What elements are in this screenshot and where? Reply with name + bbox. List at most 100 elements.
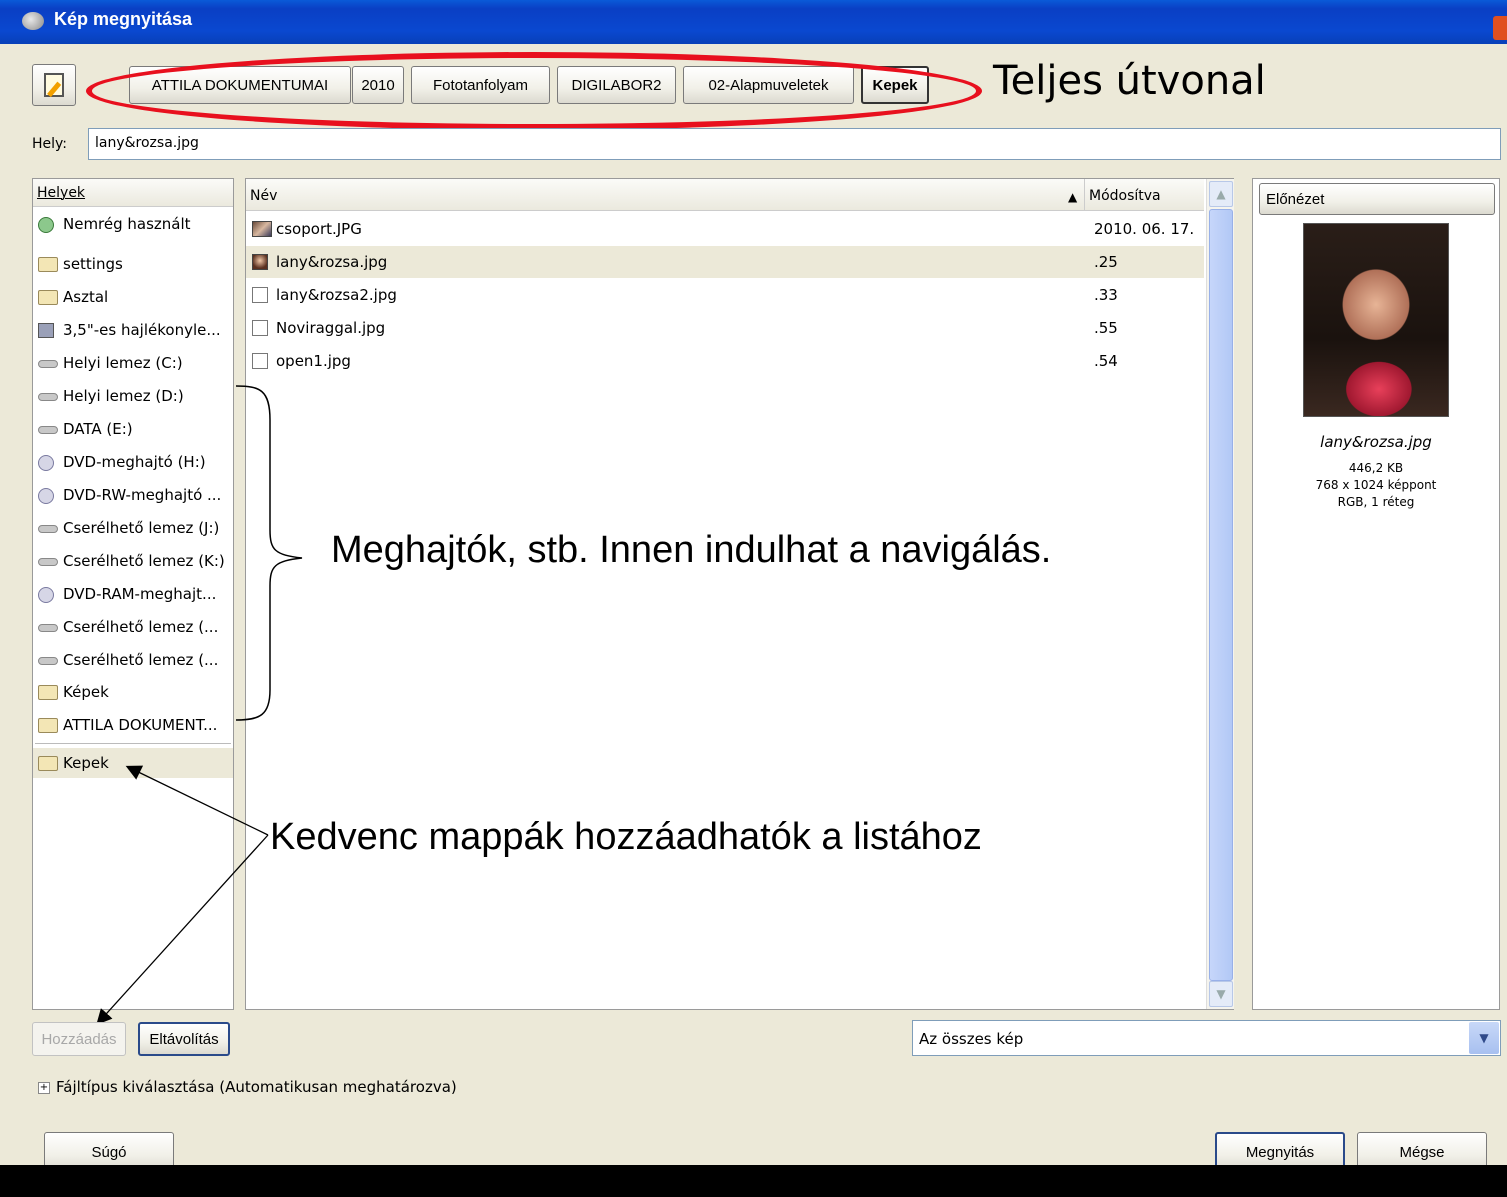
portrait-icon [252,254,268,270]
folder-icon [38,257,58,272]
add-bookmark-button[interactable]: Hozzáadás [32,1022,126,1056]
file-list-scrollbar[interactable]: ▲ ▼ [1206,179,1234,1009]
folder-icon [38,290,58,305]
file-filter-select[interactable]: Az összes kép ▼ [912,1020,1501,1056]
pencil-icon [44,73,64,97]
file-list: Név ▲ Módosítva csoport.JPG 2010. 06. 17… [245,178,1234,1010]
preview-thumbnail [1303,223,1449,417]
preview-mode: RGB, 1 réteg [1337,495,1415,509]
place-label: ATTILA DOKUMENT... [63,716,218,734]
path-button-attila[interactable]: ATTILA DOKUMENTUMAI [129,66,351,104]
image-file-icon [252,287,268,303]
place-label: DVD-RW-meghajtó ... [63,486,222,504]
place-label: DVD-RAM-meghajt... [63,585,217,603]
file-modified: .55 [1094,319,1118,337]
place-dvd-h[interactable]: DVD-meghajtó (H:) [33,447,233,477]
path-button-kepek[interactable]: Kepek [861,66,929,104]
place-label: DATA (E:) [63,420,133,438]
gimp-icon [22,12,44,30]
preview-filename: lany&rozsa.jpg [1320,433,1432,451]
drive-icon [38,360,58,368]
scroll-down-arrow-icon[interactable]: ▼ [1209,981,1233,1007]
file-row[interactable]: lany&rozsa2.jpg .33 [246,279,1204,311]
place-label: Cserélhető lemez (... [63,651,219,669]
place-desktop[interactable]: Asztal [33,282,233,312]
place-label: Képek [63,683,109,701]
optical-drive-icon [38,587,54,603]
place-label: Helyi lemez (D:) [63,387,184,405]
image-file-icon [252,353,268,369]
floppy-icon [38,323,54,338]
file-name: lany&rozsa.jpg [276,253,388,271]
place-floppy[interactable]: 3,5"-es hajlékonyle... [33,315,233,345]
location-input[interactable]: lany&rozsa.jpg [88,128,1501,160]
drive-icon [38,624,58,632]
place-label: settings [63,255,123,273]
file-filter-value: Az összes kép [919,1030,1024,1048]
folder-icon [38,718,58,733]
preview-toggle-button[interactable]: Előnézet [1259,183,1495,215]
place-drive-c[interactable]: Helyi lemez (C:) [33,348,233,378]
folder-icon [38,756,58,771]
file-open-dialog: Kép megnyitása ATTILA DOKUMENTUMAI 2010 … [0,0,1507,1172]
path-button-digilabor2[interactable]: DIGILABOR2 [557,66,676,104]
file-modified: .25 [1094,253,1118,271]
optical-drive-icon [38,455,54,471]
place-drive-e[interactable]: DATA (E:) [33,414,233,444]
place-pictures[interactable]: Képek [33,677,233,707]
drive-icon [38,525,58,533]
window-title: Kép megnyitása [54,9,193,29]
close-button[interactable] [1493,16,1507,40]
title-bar[interactable]: Kép megnyitása [0,0,1507,44]
file-row[interactable]: Noviraggal.jpg .55 [246,312,1204,344]
column-header-modified[interactable]: Módosítva [1084,179,1204,211]
drive-icon [38,426,58,434]
place-removable-j[interactable]: Cserélhető lemez (J:) [33,513,233,543]
file-row[interactable]: lany&rozsa.jpg .25 [246,246,1204,278]
place-removable-2[interactable]: Cserélhető lemez (... [33,645,233,675]
places-divider [35,743,231,744]
drive-icon [38,657,58,665]
path-button-fototanfolyam[interactable]: Fototanfolyam [411,66,550,104]
type-location-button[interactable] [32,64,76,106]
optical-drive-icon [38,488,54,504]
place-label: Cserélhető lemez (K:) [63,552,225,570]
remove-bookmark-button[interactable]: Eltávolítás [138,1022,230,1056]
file-modified: 2010. 06. 17. [1094,220,1195,238]
place-label: Cserélhető lemez (J:) [63,519,220,537]
annotation-full-path: Teljes útvonal [993,58,1266,104]
chevron-down-icon[interactable]: ▼ [1469,1022,1499,1054]
place-label: Cserélhető lemez (... [63,618,219,636]
place-recent[interactable]: Nemrég használt [33,209,233,239]
places-header[interactable]: Helyek [33,179,233,207]
place-dvd-rw[interactable]: DVD-RW-meghajtó ... [33,480,233,510]
filetype-expander-label[interactable]: Fájltípus kiválasztása (Automatikusan me… [56,1078,457,1096]
place-removable-k[interactable]: Cserélhető lemez (K:) [33,546,233,576]
file-name: csoport.JPG [276,220,362,238]
preview-panel: Előnézet lany&rozsa.jpg 446,2 KB 768 x 1… [1252,178,1500,1010]
expand-plus-icon[interactable]: + [38,1082,50,1094]
taskbar-strip [0,1165,1507,1197]
scroll-thumb[interactable] [1209,209,1233,981]
place-removable-1[interactable]: Cserélhető lemez (... [33,612,233,642]
place-drive-d[interactable]: Helyi lemez (D:) [33,381,233,411]
annotation-drives: Meghajtók, stb. Innen indulhat a navigál… [331,529,1052,571]
place-dvd-ram[interactable]: DVD-RAM-meghajt... [33,579,233,609]
place-attila-documents[interactable]: ATTILA DOKUMENT... [33,710,233,740]
path-button-alapmuveletek[interactable]: 02-Alapmuveletek [683,66,854,104]
file-name: open1.jpg [276,352,351,370]
file-row[interactable]: csoport.JPG 2010. 06. 17. [246,213,1204,245]
path-button-2010[interactable]: 2010 [352,66,404,104]
preview-dimensions: 768 x 1024 képpont [1315,478,1437,492]
annotation-favorites: Kedvenc mappák hozzáadhatók a listához [270,816,982,858]
file-row[interactable]: open1.jpg .54 [246,345,1204,377]
annotation-arrows [96,765,269,1025]
scroll-up-arrow-icon[interactable]: ▲ [1209,181,1233,207]
sort-ascending-icon: ▲ [1068,190,1078,204]
place-settings[interactable]: settings [33,249,233,279]
file-modified: .33 [1094,286,1118,304]
column-header-name[interactable]: Név [246,179,1084,211]
file-name: lany&rozsa2.jpg [276,286,397,304]
recent-icon [38,217,54,233]
drive-icon [38,558,58,566]
